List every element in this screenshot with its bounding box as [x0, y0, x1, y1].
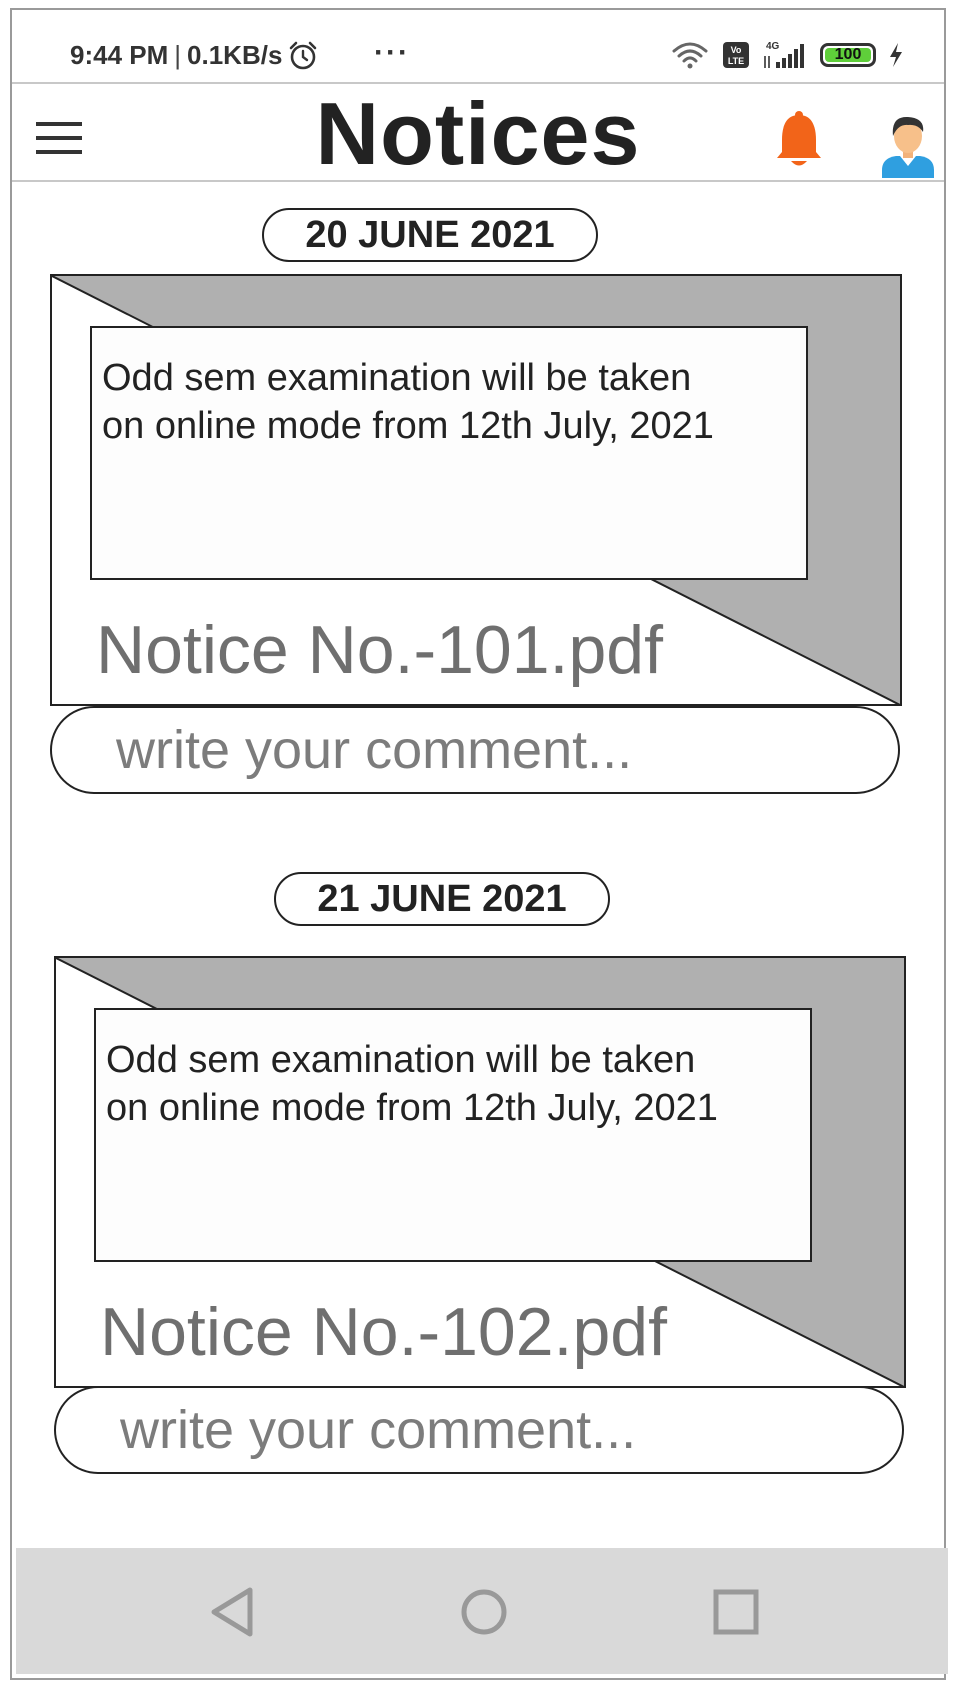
notice-date-pill: 21 JUNE 2021: [274, 872, 610, 926]
system-nav-bar: [16, 1548, 948, 1674]
notice-text-line: on online mode from 12th July, 2021: [102, 405, 714, 447]
alarm-clock-icon: [290, 41, 317, 69]
notice-date-pill: 20 JUNE 2021: [262, 208, 598, 262]
signal-4g-icon: 4G: [764, 41, 804, 68]
home-circle-icon[interactable]: [454, 1582, 514, 1642]
status-time: 9:44 PM: [70, 40, 169, 70]
user-avatar-icon[interactable]: [878, 114, 938, 178]
notice-text-box: Odd sem examination will be taken on onl…: [94, 1008, 812, 1262]
more-notifications-icon: ···: [374, 36, 410, 69]
back-triangle-icon[interactable]: [206, 1582, 266, 1642]
charging-bolt-icon: [890, 43, 902, 67]
notice-file-link[interactable]: Notice No.-101.pdf: [96, 610, 663, 690]
wifi-icon: [672, 42, 708, 69]
svg-text:LTE: LTE: [728, 56, 744, 66]
volte-icon: Vo LTE: [723, 42, 749, 68]
svg-text:4G: 4G: [766, 41, 780, 52]
phone-frame: 9:44 PM | 0.1KB/s ··· Vo LTE 4G 100 Noti…: [10, 8, 948, 1680]
notice-text-line: Odd sem examination will be taken: [106, 1039, 696, 1081]
status-left: 9:44 PM | 0.1KB/s: [70, 40, 318, 71]
status-separator: |: [174, 40, 182, 70]
bell-icon[interactable]: [774, 110, 824, 170]
svg-text:Vo: Vo: [731, 45, 742, 55]
notice-text-box: Odd sem examination will be taken on onl…: [90, 326, 808, 580]
notice-text-line: Odd sem examination will be taken: [102, 357, 692, 399]
status-right: Vo LTE 4G 100: [670, 40, 904, 70]
comment-input[interactable]: [50, 706, 900, 794]
recents-square-icon[interactable]: [706, 1582, 766, 1642]
notice-file-link[interactable]: Notice No.-102.pdf: [100, 1292, 667, 1372]
comment-input[interactable]: [54, 1386, 904, 1474]
battery-level: 100: [834, 46, 862, 63]
network-speed: 0.1KB/s: [187, 40, 283, 70]
app-header: Notices: [12, 82, 944, 182]
notice-text-line: on online mode from 12th July, 2021: [106, 1087, 718, 1129]
battery-icon: 100: [820, 43, 876, 67]
notice-card[interactable]: Odd sem examination will be taken on onl…: [50, 274, 902, 706]
status-bar: 9:44 PM | 0.1KB/s ··· Vo LTE 4G 100: [12, 10, 944, 82]
notice-card[interactable]: Odd sem examination will be taken on onl…: [54, 956, 906, 1388]
